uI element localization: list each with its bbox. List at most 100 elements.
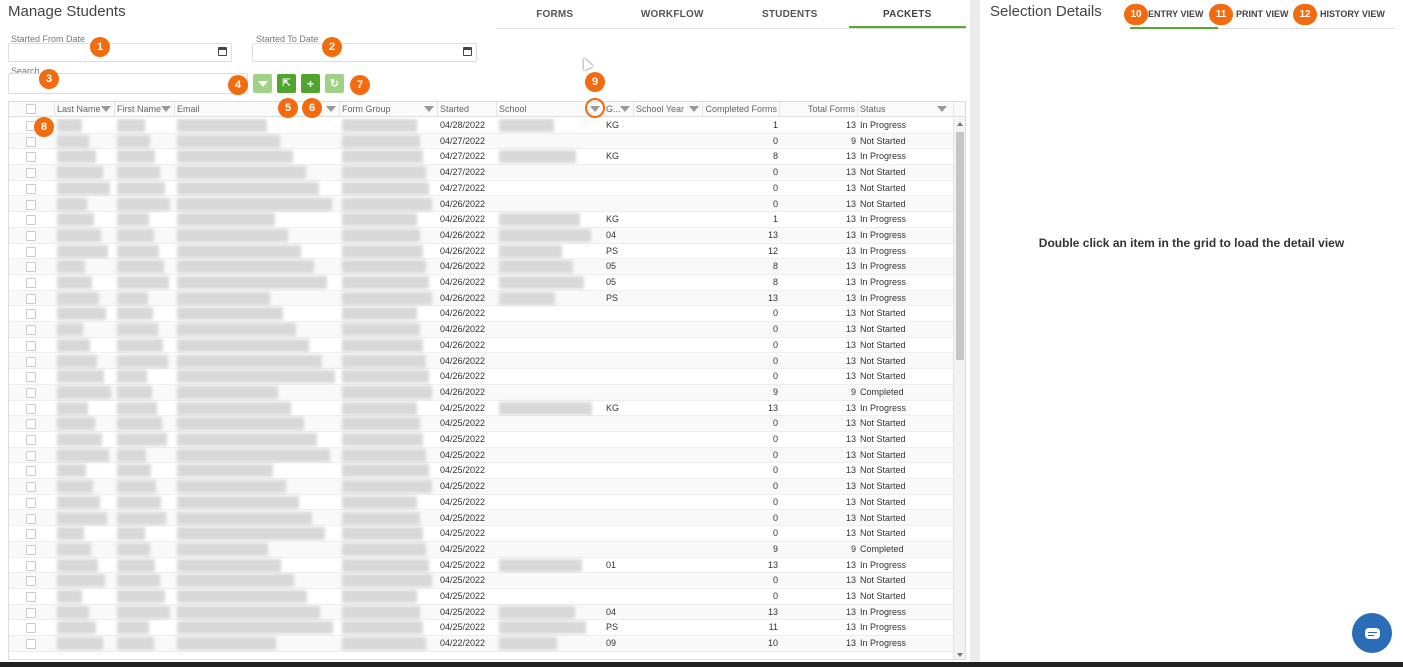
table-row[interactable]: 04/27/2022 0 13 Not Started: [9, 165, 954, 181]
table-row[interactable]: 04/26/2022 0 13 Not Started: [9, 196, 954, 213]
header-first-name[interactable]: First Name: [115, 102, 175, 117]
header-completed-forms[interactable]: Completed Forms: [703, 102, 780, 117]
add-button[interactable]: +: [301, 74, 320, 93]
table-row[interactable]: 04/25/2022 KG 13 13 In Progress: [9, 401, 954, 417]
table-row[interactable]: 04/27/2022 KG 8 13 In Progress: [9, 149, 954, 166]
table-row[interactable]: 04/25/2022 0 13 Not Started: [9, 463, 954, 480]
row-checkbox[interactable]: [26, 309, 36, 320]
header-status[interactable]: Status: [858, 102, 954, 117]
table-row[interactable]: 04/25/2022 9 9 Completed: [9, 541, 954, 558]
table-row[interactable]: 04/26/2022 04 13 13 In Progress: [9, 227, 954, 244]
row-checkbox[interactable]: [26, 199, 36, 210]
calendar-icon[interactable]: [218, 47, 227, 56]
table-row[interactable]: 04/26/2022 05 8 13 In Progress: [9, 275, 954, 291]
table-row[interactable]: 04/25/2022 0 13 Not Started: [9, 432, 954, 448]
table-row[interactable]: 04/22/2022 09 10 13 In Progress: [9, 636, 954, 652]
clear-filter-button[interactable]: [253, 74, 272, 93]
row-checkbox[interactable]: [26, 513, 36, 524]
table-row[interactable]: 04/26/2022 0 13 Not Started: [9, 338, 954, 354]
tab-entry-view[interactable]: ENTRY VIEW: [1148, 9, 1204, 19]
table-row[interactable]: 04/26/2022 9 9 Completed: [9, 384, 954, 401]
filter-icon[interactable]: [161, 106, 171, 112]
tab-workflow[interactable]: WORKFLOW: [614, 0, 732, 28]
row-checkbox[interactable]: [26, 482, 36, 493]
table-row[interactable]: 04/26/2022 PS 12 13 In Progress: [9, 244, 954, 260]
row-checkbox[interactable]: [26, 278, 36, 288]
table-row[interactable]: 04/26/2022 0 13 Not Started: [9, 369, 954, 385]
row-checkbox[interactable]: [26, 325, 36, 336]
table-row[interactable]: 04/26/2022 0 13 Not Started: [9, 353, 954, 370]
table-row[interactable]: 04/27/2022 0 13 Not Started: [9, 181, 954, 197]
table-row[interactable]: 04/25/2022 0 13 Not Started: [9, 447, 954, 464]
filter-icon[interactable]: [620, 106, 630, 112]
table-row[interactable]: 04/27/2022 0 9 Not Started: [9, 133, 954, 150]
row-checkbox[interactable]: [26, 466, 36, 477]
row-checkbox[interactable]: [26, 560, 36, 571]
row-checkbox[interactable]: [26, 168, 36, 179]
chat-button[interactable]: [1352, 613, 1392, 653]
filter-icon[interactable]: [689, 106, 699, 112]
row-checkbox[interactable]: [26, 215, 36, 226]
table-row[interactable]: 04/25/2022 0 13 Not Started: [9, 416, 954, 432]
row-checkbox[interactable]: [26, 607, 36, 618]
row-checkbox[interactable]: [26, 497, 36, 508]
export-button[interactable]: ⇱: [277, 74, 296, 93]
row-checkbox[interactable]: [26, 262, 36, 273]
row-checkbox[interactable]: [26, 230, 36, 241]
table-row[interactable]: 04/25/2022 0 13 Not Started: [9, 479, 954, 495]
tab-print-view[interactable]: PRINT VIEW: [1236, 9, 1289, 19]
row-checkbox[interactable]: [26, 576, 36, 587]
row-checkbox[interactable]: [26, 529, 36, 540]
table-row[interactable]: 04/26/2022 05 8 13 In Progress: [9, 259, 954, 275]
started-from-input[interactable]: [8, 43, 232, 62]
row-checkbox[interactable]: [26, 435, 36, 445]
table-row[interactable]: 04/25/2022 0 13 Not Started: [9, 526, 954, 542]
table-row[interactable]: 04/26/2022 0 13 Not Started: [9, 322, 954, 338]
tab-packets[interactable]: PACKETS: [848, 0, 966, 28]
row-checkbox[interactable]: [26, 450, 36, 461]
calendar-icon[interactable]: [463, 47, 472, 56]
table-row[interactable]: 04/26/2022 PS 13 13 In Progress: [9, 290, 954, 307]
row-checkbox[interactable]: [26, 403, 36, 414]
row-checkbox[interactable]: [26, 592, 36, 602]
started-to-input[interactable]: [252, 43, 477, 62]
filter-icon[interactable]: [937, 106, 947, 112]
header-grade[interactable]: G...: [604, 102, 634, 117]
header-started[interactable]: Started: [438, 102, 497, 117]
header-last-name[interactable]: Last Name: [55, 102, 115, 117]
tab-forms[interactable]: FORMS: [496, 0, 614, 28]
row-checkbox[interactable]: [26, 544, 36, 555]
table-row[interactable]: 04/25/2022 PS 11 13 In Progress: [9, 620, 954, 637]
table-row[interactable]: 04/25/2022 0 13 Not Started: [9, 510, 954, 527]
filter-icon[interactable]: [424, 106, 434, 112]
table-row[interactable]: 04/25/2022 04 13 13 In Progress: [9, 604, 954, 621]
row-checkbox[interactable]: [26, 340, 36, 351]
table-row[interactable]: 04/26/2022 0 13 Not Started: [9, 306, 954, 323]
tab-history-view[interactable]: HISTORY VIEW: [1320, 9, 1385, 19]
refresh-button[interactable]: ↻: [325, 74, 344, 93]
row-checkbox[interactable]: [26, 372, 36, 383]
table-row[interactable]: 04/28/2022 KG 1 13 In Progress: [9, 118, 954, 134]
tab-students[interactable]: STUDENTS: [731, 0, 849, 28]
table-row[interactable]: 04/25/2022 0 13 Not Started: [9, 495, 954, 511]
row-checkbox[interactable]: [26, 356, 36, 367]
row-checkbox[interactable]: [26, 136, 36, 147]
table-row[interactable]: 04/25/2022 0 13 Not Started: [9, 573, 954, 589]
panel-splitter[interactable]: [970, 0, 980, 667]
table-row[interactable]: 04/25/2022 01 13 13 In Progress: [9, 558, 954, 574]
row-checkbox[interactable]: [26, 639, 36, 650]
header-school-year[interactable]: School Year: [634, 102, 703, 117]
row-checkbox[interactable]: [26, 293, 36, 304]
filter-icon[interactable]: [101, 106, 111, 112]
header-form-group[interactable]: Form Group: [340, 102, 438, 117]
scrollbar-thumb[interactable]: [956, 132, 964, 360]
row-checkbox[interactable]: [26, 419, 36, 430]
scroll-down-icon[interactable]: [957, 653, 963, 657]
row-checkbox[interactable]: [26, 246, 36, 257]
row-checkbox[interactable]: [26, 183, 36, 194]
scroll-up-icon[interactable]: [957, 122, 963, 126]
row-checkbox[interactable]: [26, 152, 36, 163]
row-checkbox[interactable]: [26, 623, 36, 634]
header-select[interactable]: [9, 102, 55, 117]
header-total-forms[interactable]: Total Forms: [780, 102, 858, 117]
